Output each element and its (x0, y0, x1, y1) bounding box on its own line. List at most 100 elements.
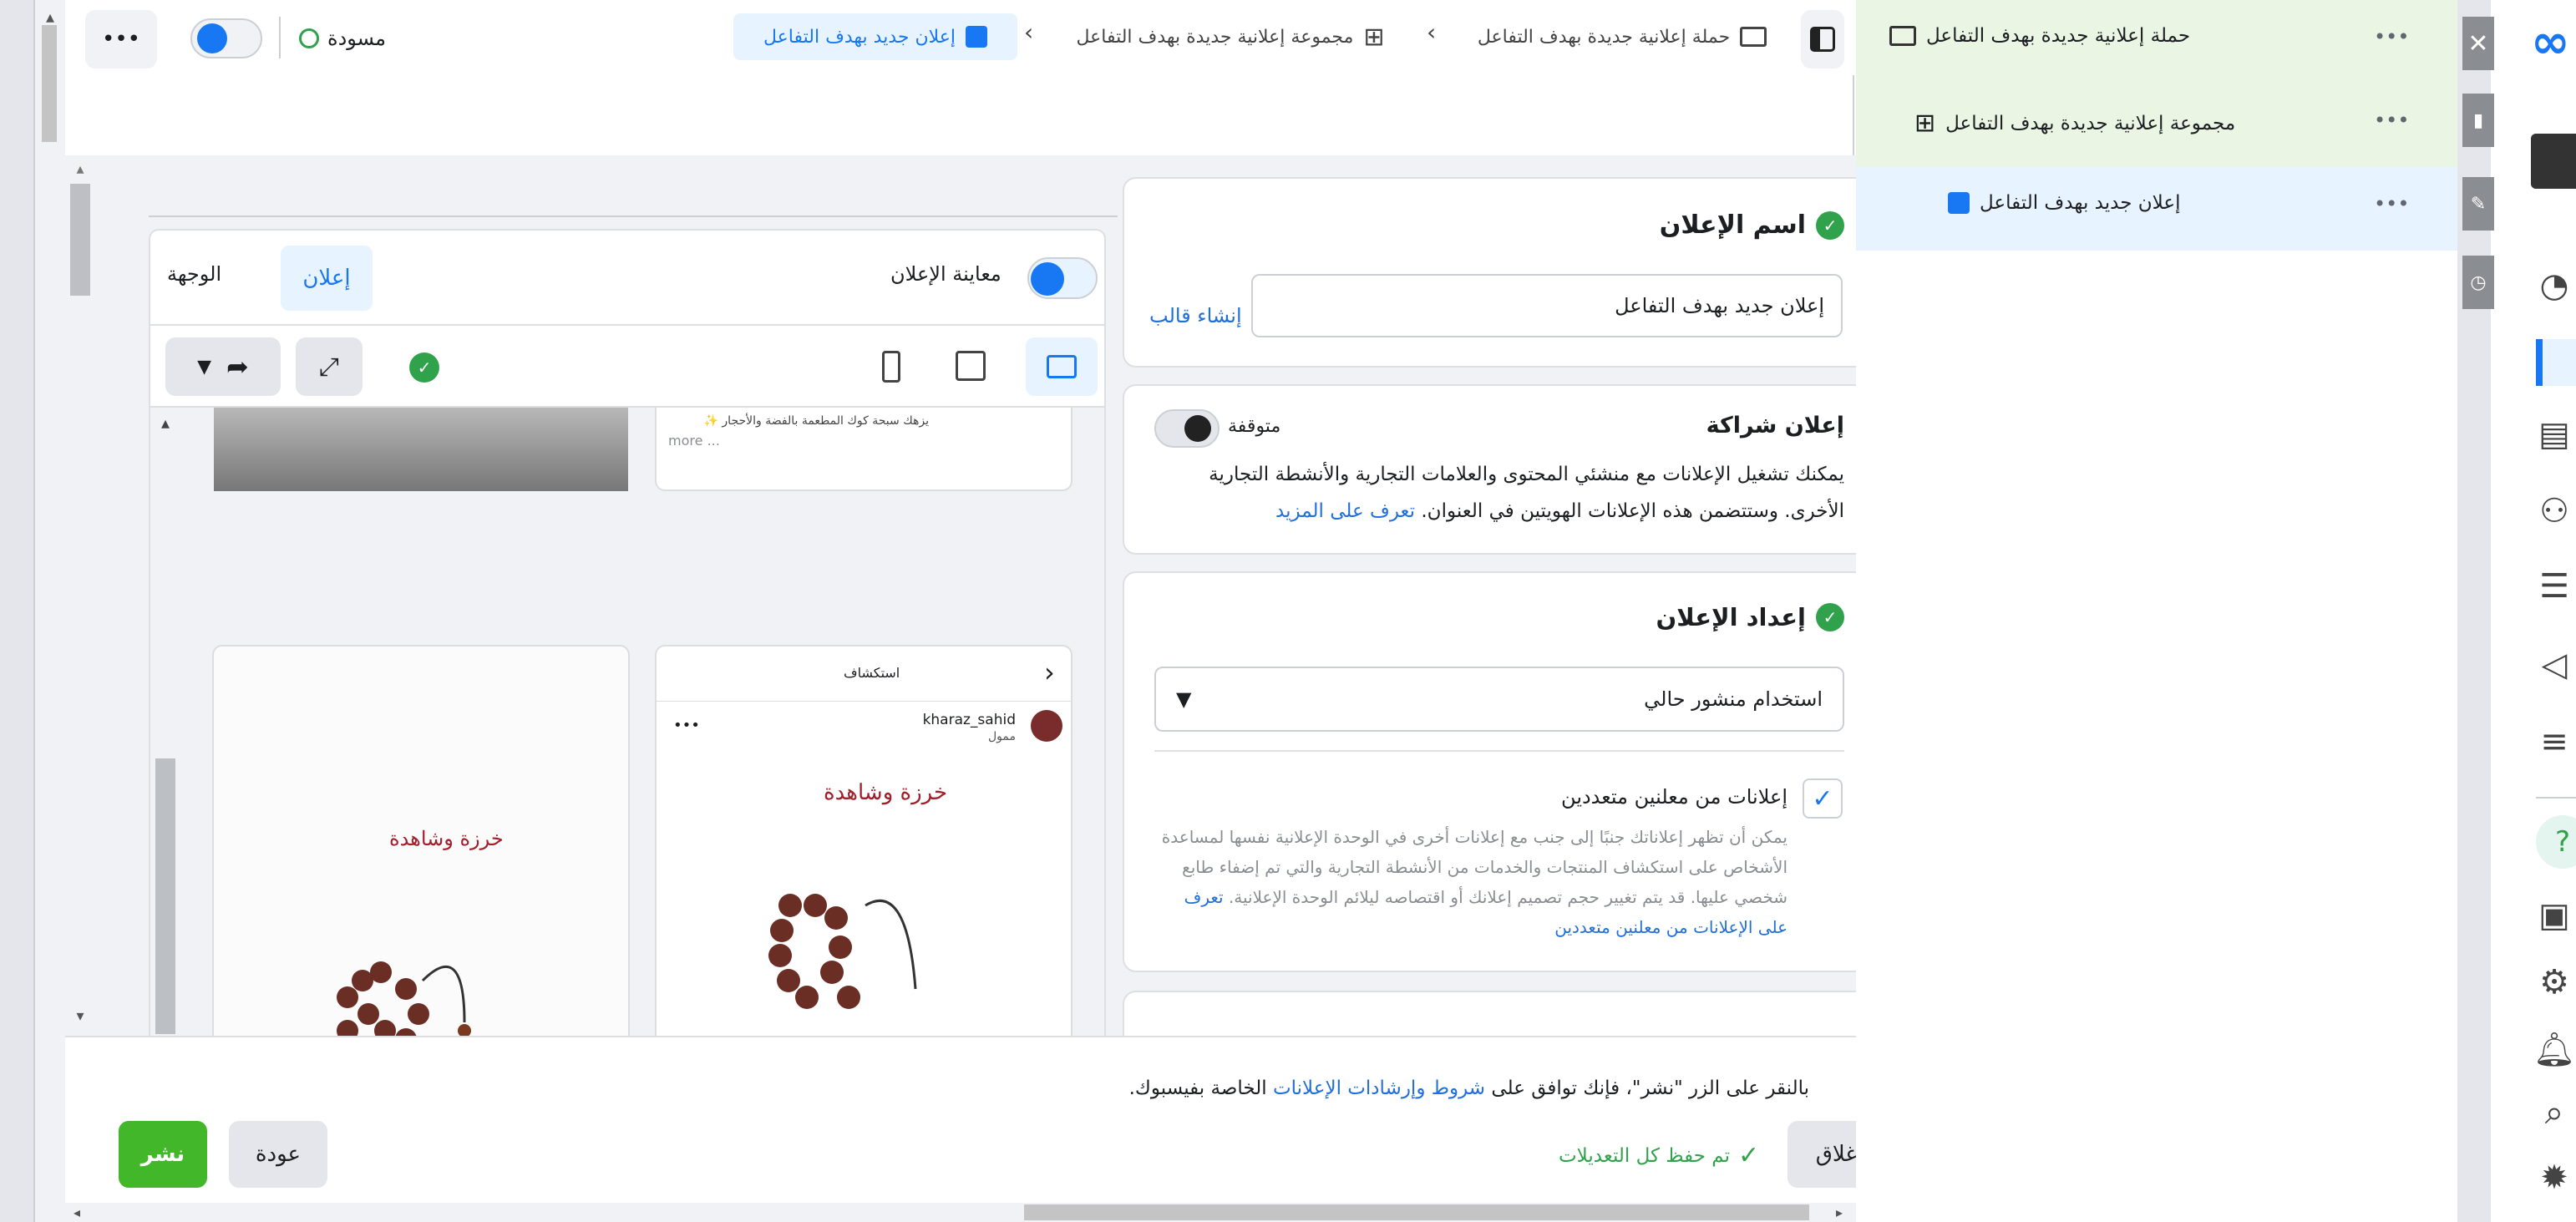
more-icon[interactable]: ••• (2374, 25, 2409, 48)
preview-toolbar: ▼ ➦ ⤢ ✓ (150, 326, 1104, 408)
megaphone-icon[interactable]: ◁ (2529, 640, 2576, 690)
share-button[interactable]: ▼ ➦ (165, 337, 281, 396)
square-view-icon[interactable] (956, 351, 986, 381)
people-icon[interactable]: ⚇ (2529, 486, 2576, 536)
right-rail: ✕ ▮ ✎ ◷ ∞ ◔ ▤ ⚇ ☰ ◁ ≡ ? ▣ ⚙ 🔔︎ ⌕ ✹ (2457, 0, 2576, 1222)
terms-prefix: بالنقر على الزر "نشر"، فإنك توافق على (1491, 1077, 1809, 1099)
partnership-status: متوقفة (1228, 416, 1281, 437)
setup-dropdown[interactable]: استخدام منشور حالي ▼ (1154, 667, 1844, 732)
saved-label: تم حفظ كل التعديلات (1559, 1144, 1730, 1167)
devices-icon (1047, 355, 1077, 378)
multi-advertiser-title: إعلانات من معلنين متعددين (1561, 785, 1787, 809)
preview-story-card: خرزة وشاهدة (212, 645, 630, 1037)
account-avatar[interactable] (2531, 134, 2576, 189)
tab-destination[interactable]: الوجهة (167, 262, 221, 286)
left-scrollbar[interactable]: ▴ (35, 0, 65, 1222)
pages-icon[interactable]: ▤ (2529, 409, 2576, 459)
scroll-thumb[interactable] (155, 758, 175, 1034)
divider (1154, 750, 1844, 752)
divider (279, 17, 281, 58)
terms-link[interactable]: شروط وإرشادات الإعلانات (1273, 1077, 1485, 1099)
sidebar-toggle-button[interactable] (1801, 10, 1844, 68)
tab-ad-label: إعلان (302, 266, 351, 291)
scroll-up-arrow[interactable]: ▴ (150, 413, 180, 433)
tree-ad-label: إعلان جديد بهدف التفاعل (1980, 192, 2181, 214)
close-icon[interactable]: ✕ (2462, 17, 2494, 70)
ad-name-input[interactable]: إعلان جديد بهدف التفاعل (1251, 274, 1843, 337)
learn-more-link[interactable]: تعرف على المزيد (1275, 500, 1415, 522)
billing-icon[interactable]: ☰ (2529, 561, 2576, 611)
table-icon[interactable] (2536, 339, 2576, 386)
edit-icon[interactable]: ✎ (2462, 177, 2494, 231)
tree-row-campaign[interactable]: ••• حملة إعلانية جديدة بهدف التفاعل (1856, 0, 2457, 84)
ad-name-card: ✓ اسم الإعلان إنشاء قالب إعلان جديد بهدف… (1123, 177, 1876, 368)
scroll-down-arrow[interactable]: ▾ (65, 1007, 95, 1025)
chart-icon[interactable]: ▮ (2462, 94, 2494, 147)
grid-icon: ⊞ (1363, 22, 1385, 52)
breadcrumb-campaign-label: حملة إعلانية جديدة بهدف التفاعل (1477, 26, 1731, 48)
more-icon[interactable]: ••• (2374, 192, 2409, 215)
back-button[interactable]: عودة (229, 1121, 327, 1188)
draft-circle-icon (299, 28, 319, 48)
feed-post-partial: يزهك سبحة كوك المطعمة بالفضة والأحجار ✨ … (655, 408, 1072, 491)
back-label: عودة (255, 1142, 302, 1167)
scroll-left-arrow[interactable]: ◂ (74, 1204, 80, 1220)
tree-adset-label: مجموعة إعلانية جديدة بهدف التفاعل (1945, 112, 2236, 134)
scroll-up-arrow[interactable]: ▴ (35, 7, 65, 27)
scroll-right-arrow[interactable]: ▸ (1836, 1204, 1843, 1220)
campaign-tree-panel: ••• حملة إعلانية جديدة بهدف التفاعل ••• … (1856, 0, 2457, 1222)
multi-advertiser-desc: يمكن أن تظهر إعلاناتك جنبًا إلى جنب مع إ… (1153, 822, 1787, 942)
tab-ad[interactable]: إعلان (281, 246, 373, 311)
meta-logo-icon[interactable]: ∞ (2531, 15, 2570, 69)
more-icon[interactable]: ••• (673, 717, 700, 734)
scroll-thumb[interactable] (1024, 1204, 1809, 1220)
create-template-link[interactable]: إنشاء قالب (1149, 304, 1242, 327)
draft-label: مسودة (327, 27, 386, 50)
more-options-button[interactable]: ••• (85, 10, 157, 68)
preview-header: الوجهة إعلان معاينة الإعلان (150, 231, 1104, 326)
multi-device-view-button[interactable] (1026, 337, 1098, 396)
scroll-up-arrow[interactable]: ▴ (65, 160, 95, 178)
clock-icon[interactable]: ◷ (2462, 256, 2494, 309)
bell-icon[interactable]: 🔔︎ (2529, 1024, 2576, 1074)
publish-button[interactable]: نشر (119, 1121, 207, 1188)
preview-scrollbar[interactable]: ▴ ▾ (65, 155, 95, 1036)
scroll-thumb[interactable] (42, 25, 57, 142)
username: kharaz_sahid (922, 712, 1016, 728)
news-icon[interactable]: ▣ (2529, 890, 2576, 941)
partnership-toggle[interactable] (1154, 409, 1220, 448)
brand-logo-text: خرزة وشاهدة (389, 827, 504, 850)
draft-toggle[interactable] (190, 18, 262, 58)
tree-row-ad[interactable]: ••• إعلان جديد بهدف التفاعل (1856, 167, 2457, 251)
divider (149, 215, 1118, 217)
divider (2536, 797, 2576, 799)
menu-icon[interactable]: ≡ (2529, 717, 2576, 767)
tree-row-adset[interactable]: ••• مجموعة إعلانية جديدة بهدف التفاعل ⊞ (1856, 84, 2457, 167)
preview-toggle[interactable] (1027, 257, 1098, 299)
tree-adset-label-wrap: مجموعة إعلانية جديدة بهدف التفاعل ⊞ (1914, 109, 2235, 138)
preview-inner-scrollbar[interactable]: ▴ (150, 408, 180, 1037)
tree-campaign-label: حملة إعلانية جديدة بهدف التفاعل (1926, 25, 2191, 47)
multi-advertiser-checkbox[interactable]: ✓ (1803, 778, 1843, 819)
breadcrumb-campaign[interactable]: حملة إعلانية جديدة بهدف التفاعل (1455, 18, 1789, 55)
chevron-left-icon[interactable]: › (1044, 657, 1055, 688)
preview-explore-card: استكشاف › kharaz_sahid ممول ••• خرزة وشا… (655, 645, 1072, 1037)
bug-icon[interactable]: ✹ (2529, 1153, 2576, 1203)
search-icon[interactable]: ⌕ (2529, 1088, 2576, 1138)
horizontal-scrollbar[interactable]: ◂ ▸ (65, 1203, 1856, 1222)
check-circle-icon: ✓ (1816, 210, 1844, 240)
breadcrumb-ad[interactable]: إعلان جديد بهدف التفاعل (733, 13, 1017, 60)
more-icon: ••• (101, 27, 140, 52)
gear-icon[interactable]: ⚙ (2529, 957, 2576, 1007)
save-status: تم حفظ كل التعديلات ✓ (1559, 1141, 1759, 1170)
ad-setup-card: ✓ إعداد الإعلان استخدام منشور حالي ▼ ✓ إ… (1123, 571, 1876, 972)
more-icon[interactable]: ••• (2374, 109, 2409, 132)
expand-button[interactable]: ⤢ (296, 337, 363, 396)
mobile-view-icon[interactable] (882, 351, 900, 383)
sponsored-label: ممول (988, 730, 1016, 743)
breadcrumb-adset[interactable]: ⊞ مجموعة إعلانية جديدة بهدف التفاعل (1051, 18, 1410, 55)
tree-campaign-label-wrap: حملة إعلانية جديدة بهدف التفاعل (1889, 25, 2190, 47)
help-icon[interactable]: ? (2536, 815, 2576, 869)
scroll-thumb[interactable] (70, 184, 90, 296)
speedometer-icon[interactable]: ◔ (2529, 261, 2576, 311)
